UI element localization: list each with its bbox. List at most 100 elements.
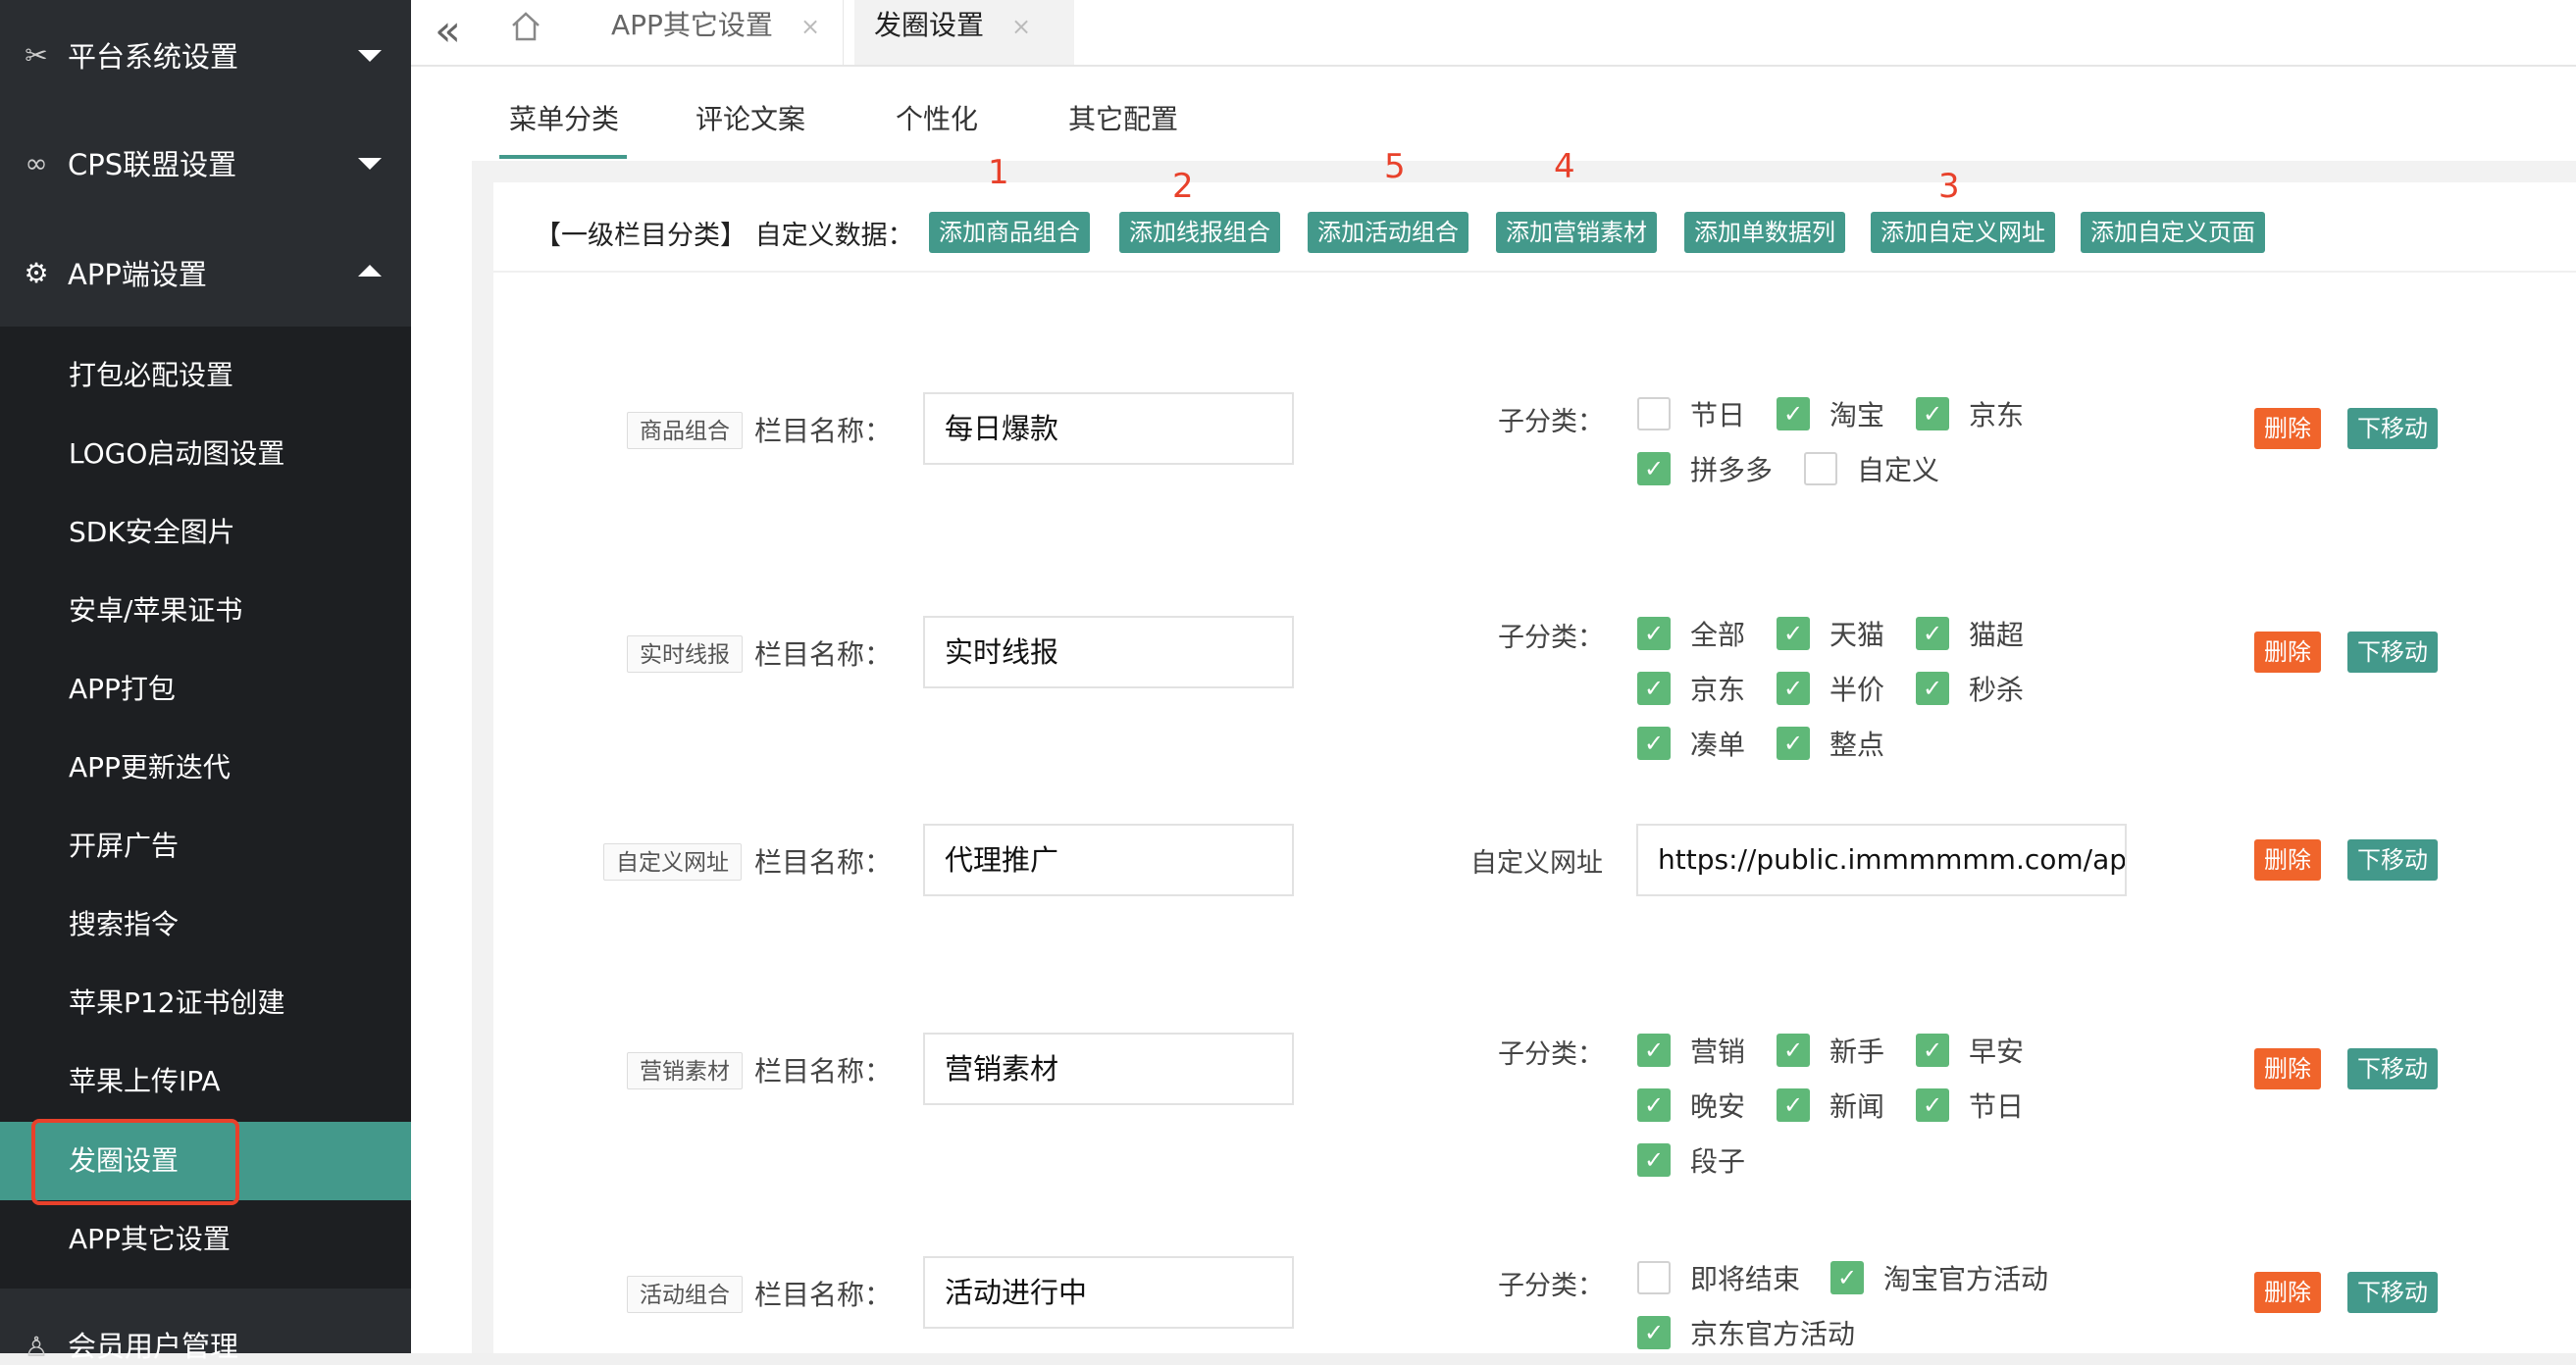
checkbox-option[interactable]: ✓ 晚安 [1637, 1086, 1745, 1125]
gear-icon: ⚙ [24, 256, 49, 289]
annotation-number: 5 [1384, 147, 1406, 186]
sidebar: ✂ 平台系统设置 ∞ CPS联盟设置 ⚙ APP端设置 打包必配设置 LOGO启… [0, 0, 411, 1363]
delete-button[interactable]: 删除 [2254, 839, 2321, 881]
checkbox-option[interactable]: ✓ 节日 [1916, 1086, 2024, 1125]
checkbox-option[interactable]: ✓ 整点 [1777, 724, 1884, 763]
tab-menu-category[interactable]: 菜单分类 [509, 98, 619, 137]
checkbox-option[interactable]: ✓ 新手 [1777, 1031, 1884, 1070]
annotation-number: 4 [1554, 147, 1575, 186]
checkbox-option[interactable]: 即将结束 [1637, 1258, 1800, 1297]
chevron-down-icon [358, 50, 382, 62]
checkbox-option[interactable]: ✓ 半价 [1777, 669, 1884, 708]
custom-url-input[interactable]: https://public.immmmmm.com/app/pa [1636, 824, 2127, 896]
tab-app-other[interactable]: APP其它设置 × [611, 0, 843, 65]
close-icon[interactable]: × [1011, 13, 1031, 40]
checkbox-option[interactable]: ✓ 凑单 [1637, 724, 1745, 763]
tab-other-config[interactable]: 其它配置 [1068, 98, 1178, 137]
subcategory-label: 子分类： [1498, 407, 1604, 437]
subcategory-label: 子分类： [1498, 623, 1604, 653]
sidebar-item-logo[interactable]: LOGO启动图设置 [0, 415, 411, 493]
user-icon: ♙ [24, 1331, 49, 1363]
subcategory-label: 子分类： [1498, 1271, 1604, 1301]
delete-button[interactable]: 删除 [2254, 632, 2321, 673]
add-news-group-button[interactable]: 添加线报组合 [1119, 212, 1280, 253]
sidebar-item-pack-config[interactable]: 打包必配设置 [0, 336, 411, 415]
annotation-number: 2 [1172, 167, 1194, 206]
checkbox-option[interactable]: ✓ 京东 [1916, 394, 2024, 433]
checkbox-option[interactable]: ✓ 全部 [1637, 614, 1745, 653]
sidebar-group-cps[interactable]: ∞ CPS联盟设置 [0, 108, 411, 218]
tab-comment-copy[interactable]: 评论文案 [696, 98, 805, 137]
checkbox-option[interactable]: ✓ 京东 [1637, 669, 1745, 708]
checkbox-option[interactable]: ✓ 营销 [1637, 1031, 1745, 1070]
move-down-button[interactable]: 下移动 [2347, 632, 2438, 673]
checkbox-option[interactable]: 自定义 [1804, 449, 1939, 488]
home-icon[interactable] [509, 10, 542, 47]
sidebar-item-splash-ad[interactable]: 开屏广告 [0, 807, 411, 885]
column-name-label: 栏目名称： [754, 1055, 893, 1087]
active-tab-indicator [499, 155, 627, 159]
sidebar-group-members[interactable]: ♙ 会员用户管理 [0, 1290, 411, 1363]
checkbox-option[interactable]: ✓ 段子 [1637, 1140, 1745, 1180]
tab-label: 发圈设置 [874, 9, 985, 41]
highlight-annotation [31, 1119, 239, 1205]
checkbox-option[interactable]: ✓ 秒杀 [1916, 669, 2024, 708]
column-name-input[interactable]: 代理推广 [923, 824, 1294, 896]
column-name-input[interactable]: 每日爆款 [923, 392, 1294, 465]
tab-moments[interactable]: 发圈设置 × [854, 0, 1074, 65]
move-down-button[interactable]: 下移动 [2347, 1272, 2438, 1313]
column-name-label: 栏目名称： [754, 638, 893, 671]
checkbox-option[interactable]: ✓ 拼多多 [1637, 449, 1773, 488]
add-single-column-button[interactable]: 添加单数据列 [1684, 212, 1845, 253]
move-down-button[interactable]: 下移动 [2347, 839, 2438, 881]
row-type-tag: 商品组合 [627, 412, 743, 449]
tools-icon: ✂ [25, 38, 48, 72]
sidebar-group-app[interactable]: ⚙ APP端设置 [0, 218, 411, 328]
sidebar-group-label: CPS联盟设置 [68, 148, 237, 181]
delete-button[interactable]: 删除 [2254, 1272, 2321, 1313]
chevron-up-icon [358, 265, 382, 277]
checkbox-option[interactable]: ✓ 天猫 [1777, 614, 1884, 653]
checkbox-option[interactable]: ✓ 淘宝官方活动 [1830, 1258, 2048, 1297]
checkbox-option[interactable]: ✓ 新闻 [1777, 1086, 1884, 1125]
add-custom-url-button[interactable]: 添加自定义网址 [1871, 212, 2055, 253]
column-name-input[interactable]: 营销素材 [923, 1033, 1294, 1105]
add-product-group-button[interactable]: 添加商品组合 [929, 212, 1090, 253]
content-tabs: 菜单分类 评论文案 个性化 其它配置 [411, 67, 2576, 161]
delete-button[interactable]: 删除 [2254, 408, 2321, 449]
sidebar-item-cert[interactable]: 安卓/苹果证书 [0, 572, 411, 650]
add-custom-page-button[interactable]: 添加自定义页面 [2081, 212, 2265, 253]
column-name-input[interactable]: 实时线报 [923, 616, 1294, 688]
checkbox-option[interactable]: ✓ 早安 [1916, 1031, 2024, 1070]
double-chevron-left-icon[interactable]: « [435, 6, 461, 56]
custom-url-label: 自定义网址 [1470, 848, 1603, 879]
delete-button[interactable]: 删除 [2254, 1048, 2321, 1089]
sidebar-item-app-other[interactable]: APP其它设置 [0, 1200, 411, 1279]
add-marketing-material-button[interactable]: 添加营销素材 [1496, 212, 1657, 253]
sidebar-group-label: 平台系统设置 [68, 40, 239, 74]
add-activity-group-button[interactable]: 添加活动组合 [1308, 212, 1468, 253]
tab-personalize[interactable]: 个性化 [896, 98, 978, 137]
sidebar-group-label: APP端设置 [68, 258, 207, 291]
sidebar-item-search-cmd[interactable]: 搜索指令 [0, 885, 411, 964]
sidebar-item-app-pack[interactable]: APP打包 [0, 650, 411, 729]
checkbox-option[interactable]: ✓ 猫超 [1916, 614, 2024, 653]
close-icon[interactable]: × [800, 13, 820, 40]
checkbox-option[interactable]: 节日 [1637, 394, 1745, 433]
column-name-input[interactable]: 活动进行中 [923, 1256, 1294, 1329]
sidebar-item-sdk[interactable]: SDK安全图片 [0, 493, 411, 572]
checkbox-option[interactable]: ✓ 京东官方活动 [1637, 1313, 1855, 1352]
sidebar-item-update[interactable]: APP更新迭代 [0, 729, 411, 807]
row-type-tag: 活动组合 [627, 1276, 743, 1313]
sidebar-item-ipa[interactable]: 苹果上传IPA [0, 1042, 411, 1121]
sidebar-group-platform[interactable]: ✂ 平台系统设置 [0, 0, 411, 110]
annotation-number: 1 [988, 153, 1009, 192]
row-type-tag: 自定义网址 [603, 843, 742, 881]
link-icon: ∞ [25, 146, 48, 179]
column-name-label: 栏目名称： [754, 846, 893, 879]
move-down-button[interactable]: 下移动 [2347, 408, 2438, 449]
sidebar-item-p12[interactable]: 苹果P12证书创建 [0, 964, 411, 1042]
move-down-button[interactable]: 下移动 [2347, 1048, 2438, 1089]
checkbox-option[interactable]: ✓ 淘宝 [1777, 394, 1884, 433]
content-area: 菜单分类 评论文案 个性化 其它配置 【一级栏目分类】 自定义数据： 添加商品组… [411, 67, 2576, 1353]
